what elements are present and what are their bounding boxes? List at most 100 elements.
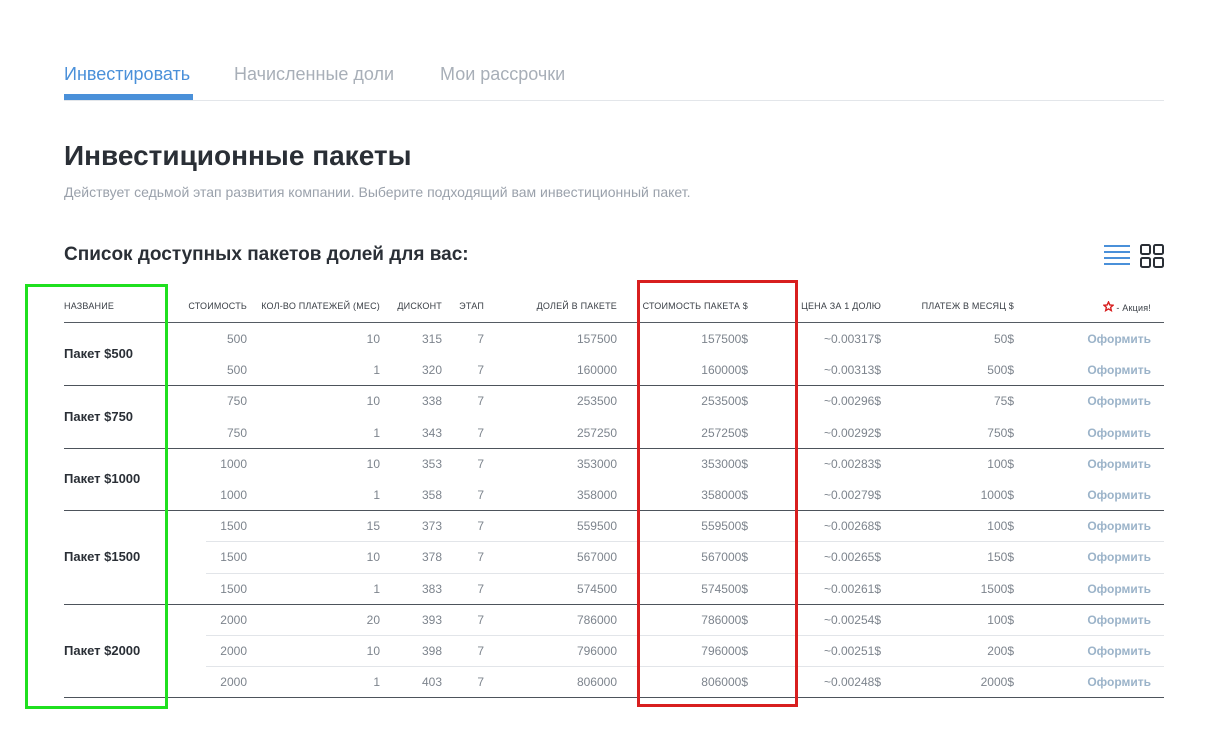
header-price-per-share: ЦЕНА ЗА 1 ДОЛЮ — [801, 301, 881, 311]
cell-monthly: 100$ — [987, 613, 1014, 627]
header-package-cost: СТОИМОСТЬ ПАКЕТА $ — [642, 301, 748, 311]
cell-monthly: 100$ — [987, 519, 1014, 533]
cell-shares: 806000 — [576, 675, 617, 689]
header-name: НАЗВАНИЕ — [64, 301, 115, 311]
cell-stage: 7 — [477, 613, 484, 627]
cell-discount: 373 — [421, 519, 442, 533]
cell-cost: 1000 — [220, 488, 247, 502]
cell-shares: 796000 — [576, 644, 617, 658]
order-button[interactable]: Оформить — [1087, 426, 1151, 440]
page-subtitle: Действует седьмой этап развития компании… — [64, 184, 691, 200]
cell-payments: 1 — [373, 675, 380, 689]
cell-shares: 253500 — [576, 394, 617, 408]
cell-package-cost: 160000$ — [701, 363, 748, 377]
header-discount: ДИСКОНТ — [397, 301, 442, 311]
package-name: Пакет $1000 — [64, 471, 141, 486]
cell-package-cost: 796000$ — [701, 644, 748, 658]
cell-shares: 157500 — [576, 332, 617, 346]
package-name: Пакет $750 — [64, 409, 134, 424]
cell-stage: 7 — [477, 457, 484, 471]
cell-price-per-share: ~0.00261$ — [823, 582, 881, 596]
order-button[interactable]: Оформить — [1087, 644, 1151, 658]
cell-package-cost: 358000$ — [701, 488, 748, 502]
cell-discount: 358 — [421, 488, 442, 502]
header-cost: СТОИМОСТЬ — [188, 301, 247, 311]
cell-shares: 786000 — [576, 613, 617, 627]
cell-discount: 378 — [421, 550, 442, 564]
order-button[interactable]: Оформить — [1087, 582, 1151, 596]
cell-cost: 750 — [226, 426, 247, 440]
package-name: Пакет $1500 — [64, 549, 141, 564]
cell-shares: 353000 — [576, 457, 617, 471]
cell-monthly: 750$ — [987, 426, 1014, 440]
cell-stage: 7 — [477, 332, 484, 346]
cell-monthly: 75$ — [993, 394, 1014, 408]
cell-monthly: 150$ — [987, 550, 1014, 564]
header-monthly: ПЛАТЕЖ В МЕСЯЦ $ — [921, 301, 1014, 311]
order-button[interactable]: Оформить — [1087, 363, 1151, 377]
cell-shares: 160000 — [576, 363, 617, 377]
cell-package-cost: 559500$ — [701, 519, 748, 533]
cell-shares: 567000 — [576, 550, 617, 564]
cell-stage: 7 — [477, 550, 484, 564]
row-divider — [206, 635, 1164, 636]
cell-cost: 500 — [226, 363, 247, 377]
tab-installments[interactable]: Мои рассрочки — [440, 64, 565, 85]
package-name: Пакет $500 — [64, 346, 134, 361]
cell-package-cost: 806000$ — [701, 675, 748, 689]
group-divider — [64, 510, 1164, 511]
cell-stage: 7 — [477, 363, 484, 377]
cell-discount: 403 — [421, 675, 442, 689]
order-button[interactable]: Оформить — [1087, 613, 1151, 627]
row-divider — [206, 573, 1164, 574]
cell-cost: 1500 — [220, 582, 247, 596]
cell-shares: 559500 — [576, 519, 617, 533]
cell-stage: 7 — [477, 488, 484, 502]
order-button[interactable]: Оформить — [1087, 457, 1151, 471]
header-payments: КОЛ-ВО ПЛАТЕЖЕЙ (МЕС) — [261, 301, 380, 311]
cell-discount: 315 — [421, 332, 442, 346]
tab-accrued-shares[interactable]: Начисленные доли — [234, 64, 394, 85]
cell-discount: 398 — [421, 644, 442, 658]
cell-payments: 1 — [373, 582, 380, 596]
cell-cost: 2000 — [220, 644, 247, 658]
header-divider — [64, 322, 1164, 323]
cell-cost: 750 — [226, 394, 247, 408]
order-button[interactable]: Оформить — [1087, 394, 1151, 408]
tab-invest[interactable]: Инвестировать — [64, 64, 190, 85]
cell-discount: 343 — [421, 426, 442, 440]
order-button[interactable]: Оформить — [1087, 332, 1151, 346]
cell-monthly: 100$ — [987, 457, 1014, 471]
grid-view-icon[interactable] — [1140, 244, 1164, 268]
cell-price-per-share: ~0.00248$ — [823, 675, 881, 689]
cell-price-per-share: ~0.00265$ — [823, 550, 881, 564]
list-view-icon[interactable] — [1104, 242, 1130, 270]
cell-price-per-share: ~0.00279$ — [823, 488, 881, 502]
header-stage: ЭТАП — [459, 301, 484, 311]
cell-price-per-share: ~0.00296$ — [823, 394, 881, 408]
cell-stage: 7 — [477, 394, 484, 408]
cell-package-cost: 157500$ — [701, 332, 748, 346]
cell-shares: 257250 — [576, 426, 617, 440]
package-name: Пакет $2000 — [64, 643, 141, 658]
group-divider — [64, 697, 1164, 698]
order-button[interactable]: Оформить — [1087, 550, 1151, 564]
cell-discount: 393 — [421, 613, 442, 627]
cell-payments: 20 — [366, 613, 380, 627]
row-divider — [206, 541, 1164, 542]
cell-stage: 7 — [477, 644, 484, 658]
cell-price-per-share: ~0.00251$ — [823, 644, 881, 658]
cell-stage: 7 — [477, 519, 484, 533]
cell-payments: 1 — [373, 363, 380, 377]
cell-monthly: 1000$ — [980, 488, 1014, 502]
cell-payments: 15 — [366, 519, 380, 533]
group-divider — [64, 448, 1164, 449]
order-button[interactable]: Оформить — [1087, 488, 1151, 502]
active-tab-indicator — [64, 94, 193, 100]
cell-discount: 338 — [421, 394, 442, 408]
order-button[interactable]: Оформить — [1087, 675, 1151, 689]
cell-payments: 1 — [373, 426, 380, 440]
order-button[interactable]: Оформить — [1087, 519, 1151, 533]
cell-payments: 1 — [373, 488, 380, 502]
cell-cost: 2000 — [220, 675, 247, 689]
